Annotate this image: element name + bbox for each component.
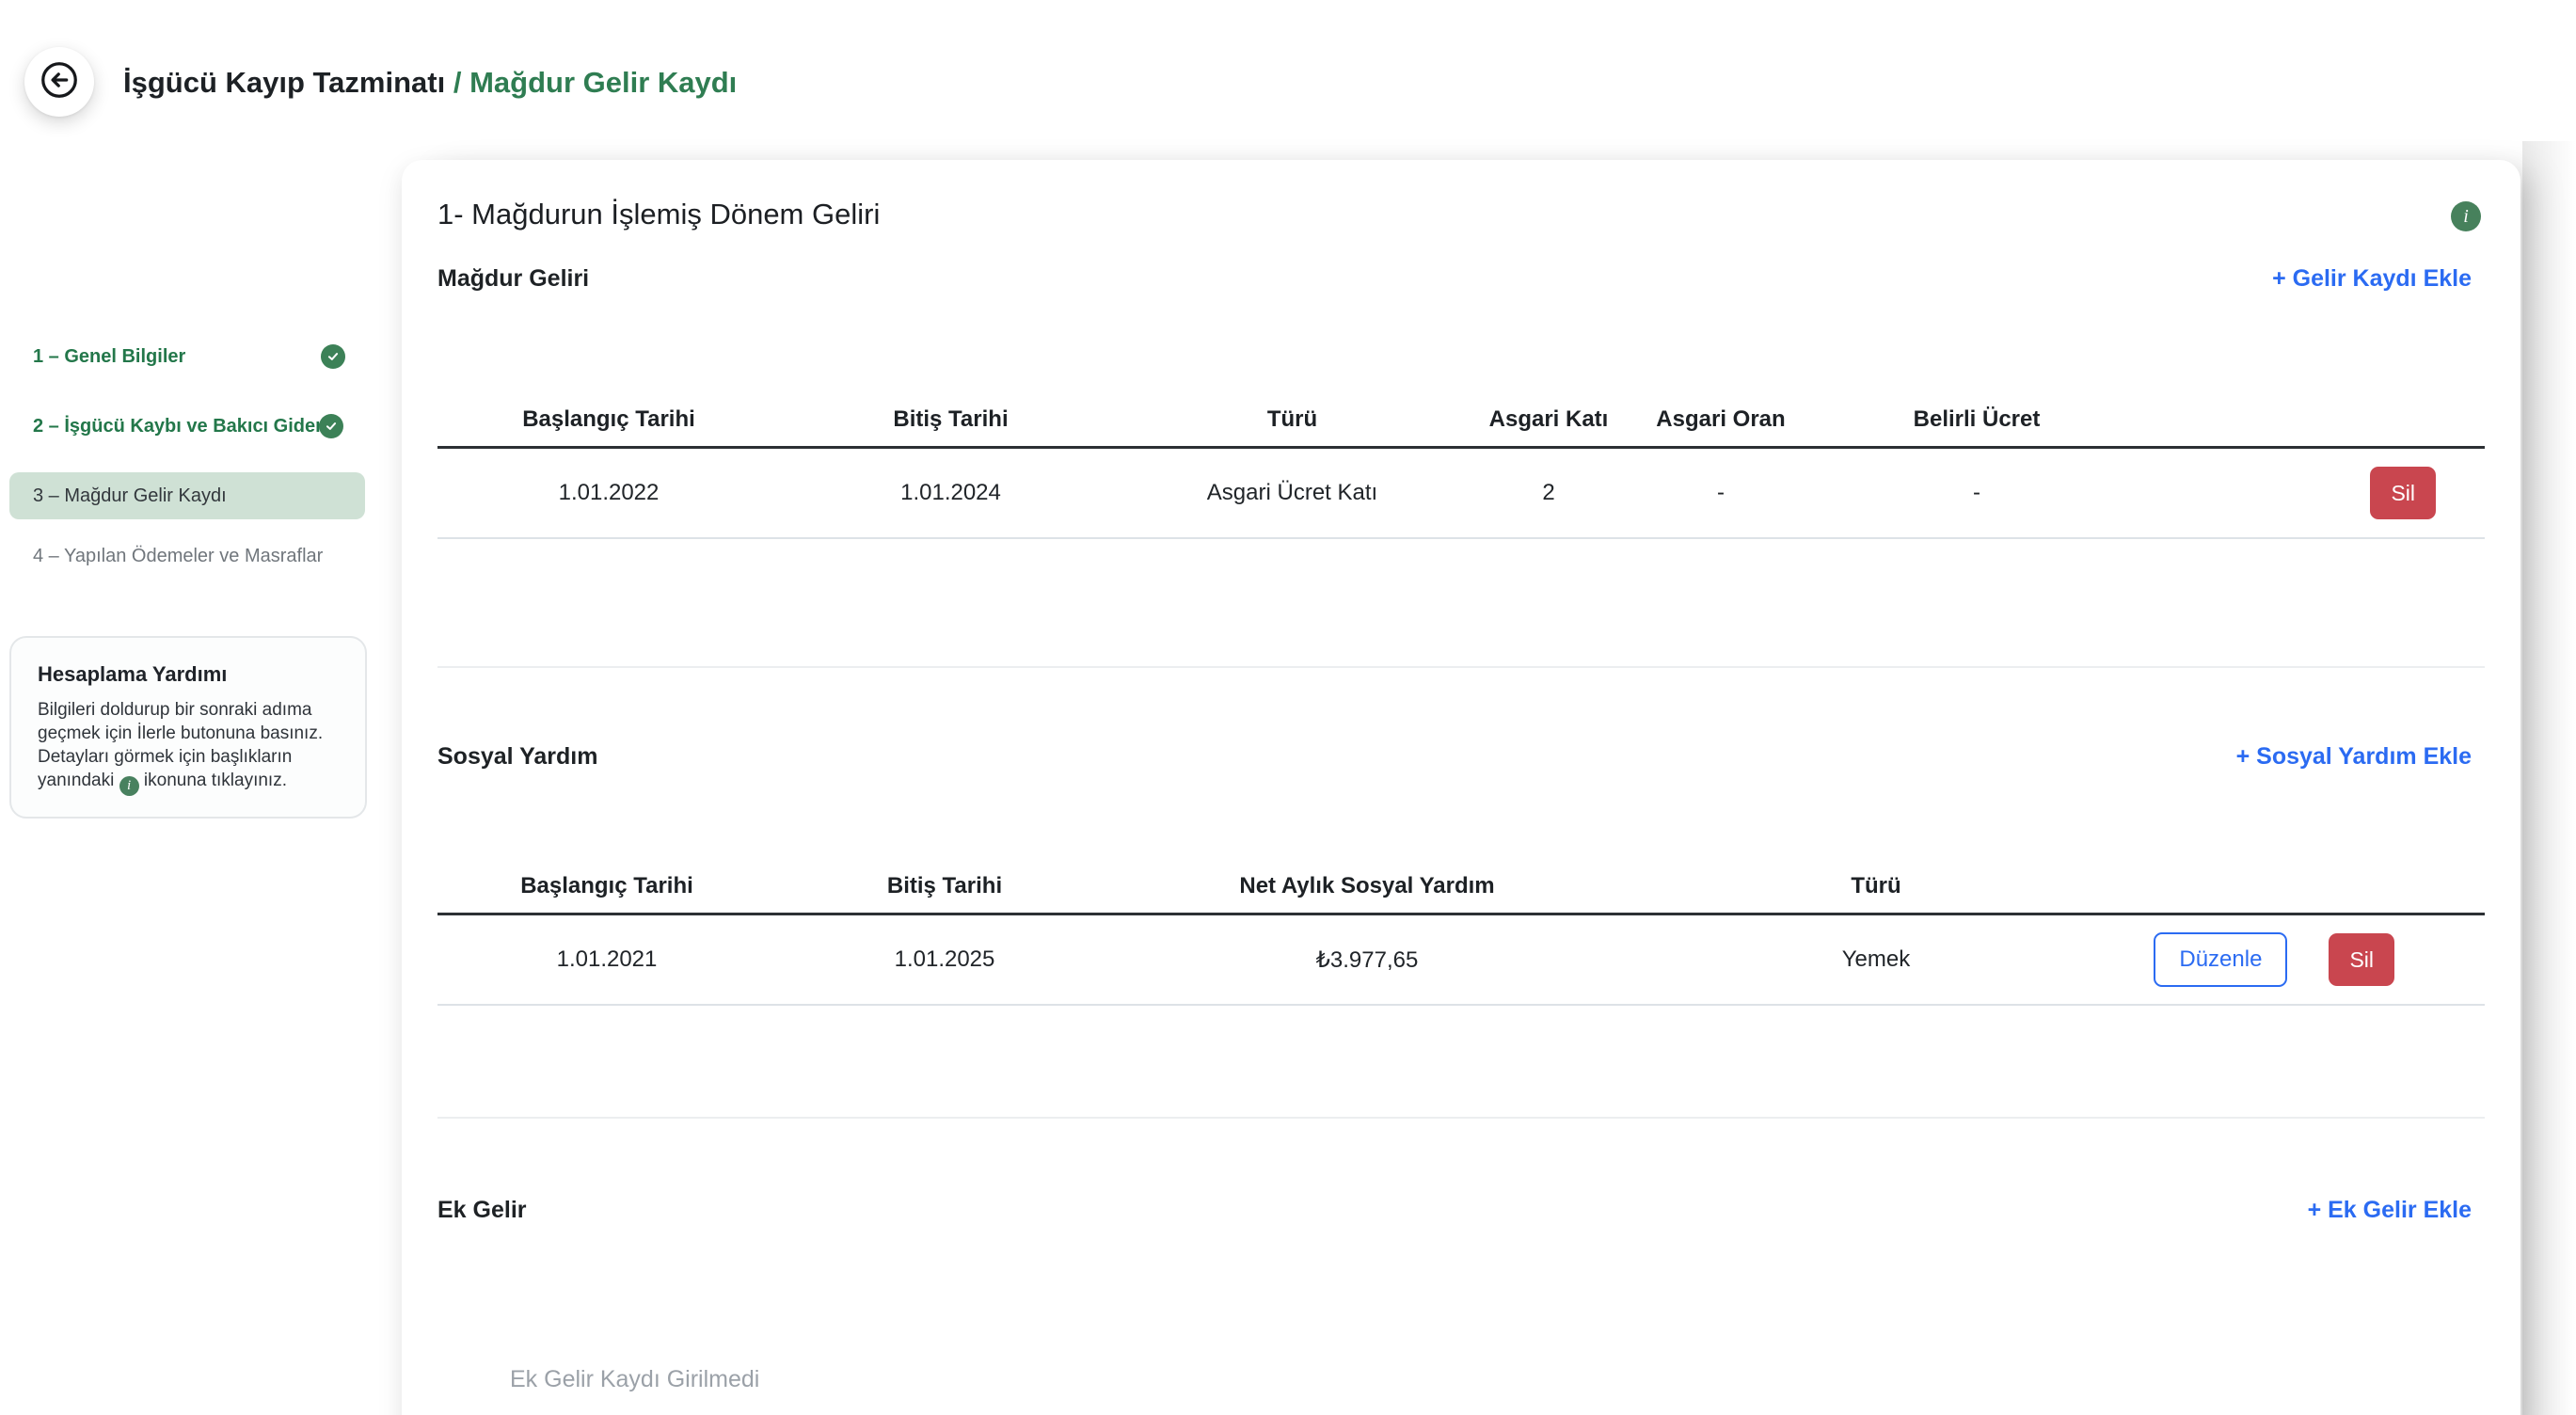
card-title: 1- Mağdurun İşlemiş Dönem Geliri [437,198,880,231]
income-table-empty-area [437,539,2485,668]
cell-min-ratio: - [1634,480,1807,506]
step-label: 4 – Yapılan Ödemeler ve Masraflar [33,546,323,567]
col-start-date: Başlangıç Tarihi [437,406,780,433]
add-social-aid-link[interactable]: + Sosyal Yardım Ekle [2236,743,2472,771]
cell-type: Yemek [1621,946,2131,973]
social-table-header: Başlangıç Tarihi Bitiş Tarihi Net Aylık … [437,873,2485,915]
social-table-empty-area [437,1006,2485,1119]
info-icon: i [119,776,139,796]
col-type: Türü [1621,873,2131,899]
col-fixed-wage: Belirli Ücret [1807,406,2146,433]
extra-income-empty-text: Ek Gelir Kaydı Girilmedi [510,1366,759,1393]
sidebar-step-2[interactable]: 2 – İşgücü Kaybı ve Bakıcı Gideri [33,403,327,450]
col-min-ratio: Asgari Oran [1634,406,1807,433]
step-label: 3 – Mağdur Gelir Kaydı [33,485,227,507]
income-section-header: Mağdur Geliri + Gelir Kaydı Ekle [437,265,2485,293]
cell-actions: Sil [2146,467,2485,519]
cell-min-multiplier: 2 [1463,480,1634,506]
sidebar-step-4[interactable]: 4 – Yapılan Ödemeler ve Masraflar [33,533,323,580]
step-2-check-icon [319,414,343,438]
help-title: Hesaplama Yardımı [38,662,344,687]
delete-social-aid-button[interactable]: Sil [2329,933,2394,986]
sidebar-step-1[interactable]: 1 – Genel Bilgiler [33,333,185,380]
extra-heading: Ek Gelir [437,1197,527,1224]
cell-end-date: 1.01.2025 [776,946,1113,973]
social-section-header: Sosyal Yardım + Sosyal Yardım Ekle [437,743,2485,771]
col-net-monthly-aid: Net Aylık Sosyal Yardım [1113,873,1621,899]
col-end-date: Bitiş Tarihi [780,406,1121,433]
cell-start-date: 1.01.2021 [437,946,776,973]
add-extra-income-link[interactable]: + Ek Gelir Ekle [2308,1197,2472,1224]
card-shadow [2522,141,2576,1415]
cell-type: Asgari Ücret Katı [1121,480,1463,506]
social-table-row: 1.01.2021 1.01.2025 ₺3.977,65 Yemek Düze… [437,915,2485,1006]
extra-section-header: Ek Gelir + Ek Gelir Ekle [437,1197,2485,1224]
col-start-date: Başlangıç Tarihi [437,873,776,899]
add-income-link[interactable]: + Gelir Kaydı Ekle [2272,265,2472,293]
col-min-multiplier: Asgari Katı [1463,406,1634,433]
cell-fixed-wage: - [1807,480,2146,506]
cell-actions: Düzenle Sil [2131,932,2485,987]
col-end-date: Bitiş Tarihi [776,873,1113,899]
income-table-row: 1.01.2022 1.01.2024 Asgari Ücret Katı 2 … [437,449,2485,539]
social-table: Başlangıç Tarihi Bitiş Tarihi Net Aylık … [437,873,2485,1119]
step-label: 1 – Genel Bilgiler [33,346,185,368]
help-panel: Hesaplama Yardımı Bilgileri doldurup bir… [9,636,367,819]
main-card: 1- Mağdurun İşlemiş Dönem Geliri i Mağdu… [402,160,2520,1415]
cell-net-monthly-aid: ₺3.977,65 [1113,946,1621,974]
income-table-header: Başlangıç Tarihi Bitiş Tarihi Türü Asgar… [437,406,2485,449]
wizard-sidebar: 1 – Genel Bilgiler 2 – İşgücü Kaybı ve B… [0,0,376,1415]
cell-end-date: 1.01.2024 [780,480,1121,506]
help-text-after: ikonuna tıklayınız. [144,771,287,790]
sidebar-step-3-active[interactable]: 3 – Mağdur Gelir Kaydı [9,472,365,519]
social-heading: Sosyal Yardım [437,743,597,771]
info-icon[interactable]: i [2451,201,2481,231]
col-type: Türü [1121,406,1463,433]
help-text: Bilgileri doldurup bir sonraki adıma geç… [38,698,344,796]
breadcrumb-current: / Mağdur Gelir Kaydı [453,66,737,99]
step-1-check-icon [321,344,345,369]
delete-income-button[interactable]: Sil [2370,467,2436,519]
income-heading: Mağdur Geliri [437,265,589,293]
edit-social-aid-button[interactable]: Düzenle [2154,932,2287,987]
cell-start-date: 1.01.2022 [437,480,780,506]
step-label: 2 – İşgücü Kaybı ve Bakıcı Gideri [33,416,327,437]
page: İşgücü Kayıp Tazminatı / Mağdur Gelir Ka… [0,0,2576,1415]
income-table: Başlangıç Tarihi Bitiş Tarihi Türü Asgar… [437,406,2485,668]
